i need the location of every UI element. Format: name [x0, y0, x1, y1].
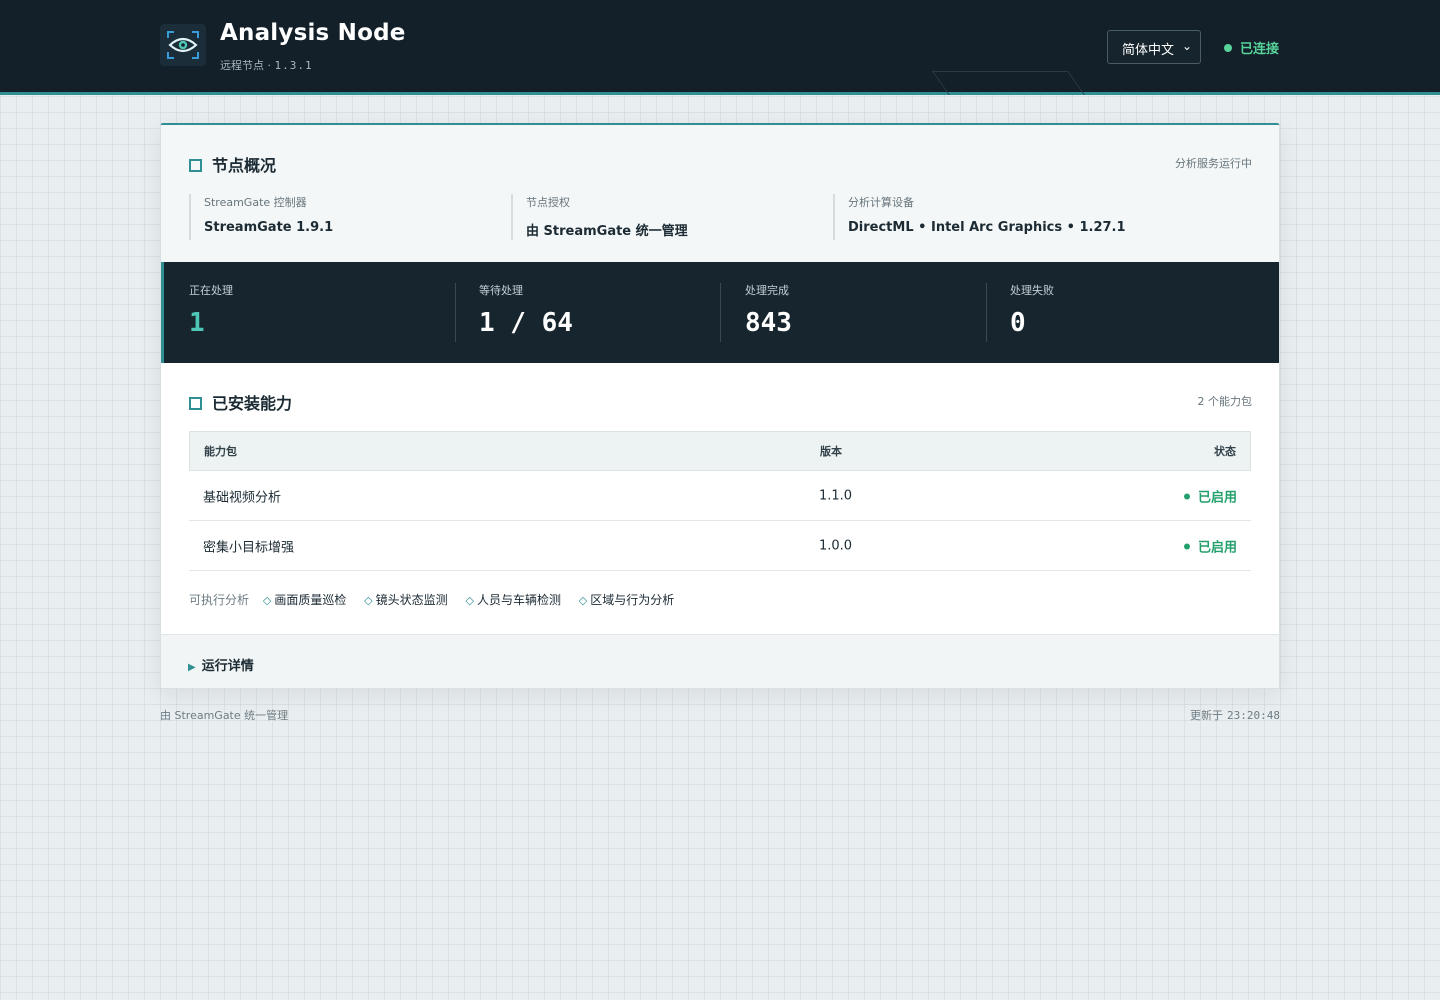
- stat-label: 等待处理: [479, 284, 523, 297]
- capabilities-title-text: 已安装能力: [212, 394, 293, 413]
- stat-value: 0: [1010, 308, 1026, 338]
- top-bar: Analysis Node 远程节点 · 1.3.1 简体中文 ⌄ 已连接: [0, 0, 1440, 95]
- subtitle-separator: ·: [267, 59, 272, 72]
- connection-status: 已连接: [1224, 38, 1279, 57]
- analysis-tag: ◇ 镜头状态监测: [364, 593, 447, 607]
- app-version: 1.3.1: [274, 59, 313, 72]
- info-label: 节点授权: [526, 196, 570, 209]
- updated-time: 23:20:48: [1227, 709, 1280, 722]
- info-compute-device: 分析计算设备 DirectML • Intel Arc Graphics • 1…: [833, 194, 1126, 240]
- status-badge: 已启用: [1183, 486, 1237, 505]
- column-name: 能力包: [204, 445, 237, 458]
- info-label: StreamGate 控制器: [204, 196, 307, 209]
- capability-name: 基础视频分析: [203, 490, 282, 505]
- service-status: 分析服务运行中: [1175, 157, 1252, 170]
- header-decoration: [932, 71, 1068, 93]
- stat-queued: 等待处理 1 / 64: [479, 282, 573, 342]
- app-subtitle: 远程节点 · 1.3.1: [220, 57, 313, 73]
- footer-managed-by: 由 StreamGate 统一管理: [160, 709, 289, 722]
- stat-value: 843: [745, 308, 792, 338]
- table-row: 密集小目标增强 1.0.0 已启用: [189, 521, 1251, 571]
- info-value: DirectML • Intel Arc Graphics • 1.27.1: [848, 220, 1126, 235]
- status-badge-label: 已启用: [1197, 540, 1237, 555]
- capability-version: 1.0.0: [819, 538, 853, 553]
- square-icon: [189, 159, 202, 172]
- diamond-icon: ◇: [262, 594, 272, 607]
- stat-divider: [455, 283, 456, 342]
- stat-value: 1 / 64: [479, 308, 573, 338]
- run-details-toggle[interactable]: ▶ 运行详情: [161, 634, 1279, 688]
- status-dot-icon: [1183, 493, 1190, 499]
- analysis-tag-label: 区域与行为分析: [590, 593, 675, 607]
- capability-version: 1.1.0: [819, 488, 853, 503]
- diamond-icon: ◇: [578, 594, 588, 607]
- caret-right-icon: ▶: [188, 662, 196, 673]
- status-badge: 已启用: [1183, 536, 1237, 555]
- analysis-tag: ◇ 画面质量巡检: [263, 593, 346, 607]
- stat-value: 1: [189, 308, 205, 338]
- updated-label: 更新于: [1190, 709, 1224, 722]
- stat-completed: 处理完成 843: [745, 282, 792, 342]
- status-dot-icon: [1183, 543, 1190, 549]
- run-details-text: 运行详情: [201, 659, 254, 674]
- language-select[interactable]: 简体中文 ⌄: [1107, 30, 1201, 64]
- status-dot-icon: [1224, 44, 1232, 52]
- footer-updated: 更新于 23:20:48: [1190, 707, 1280, 723]
- overview-title-text: 节点概况: [212, 156, 277, 175]
- info-label: 分析计算设备: [848, 196, 914, 209]
- analysis-tag-label: 人员与车辆检测: [476, 593, 561, 607]
- analysis-tag-label: 镜头状态监测: [375, 593, 448, 607]
- chevron-down-icon: ⌄: [1181, 39, 1192, 53]
- table-row: 基础视频分析 1.1.0 已启用: [189, 471, 1251, 521]
- stat-divider: [986, 283, 987, 342]
- stats-bar: 正在处理 1 等待处理 1 / 64 处理完成 843 处理失败 0: [161, 262, 1279, 363]
- stat-divider: [720, 283, 721, 342]
- analysis-tag: ◇ 区域与行为分析: [579, 593, 674, 607]
- stat-failed: 处理失败 0: [1010, 282, 1054, 342]
- table-header: 能力包 版本 状态: [189, 431, 1251, 471]
- capabilities-table: 能力包 版本 状态 基础视频分析 1.1.0 已启用 密集小目标增强 1.0.0…: [189, 431, 1251, 571]
- info-license: 节点授权 由 StreamGate 统一管理: [511, 194, 688, 240]
- app-logo: [160, 24, 206, 66]
- stat-label: 正在处理: [189, 284, 233, 297]
- node-card: 节点概况 分析服务运行中 StreamGate 控制器 StreamGate 1…: [160, 123, 1280, 689]
- stat-label: 处理失败: [1010, 284, 1054, 297]
- diamond-icon: ◇: [364, 594, 373, 607]
- analyses-label: 可执行分析: [189, 593, 250, 607]
- info-controller: StreamGate 控制器 StreamGate 1.9.1: [189, 194, 333, 240]
- language-select-value: 简体中文: [1122, 43, 1175, 58]
- run-details-label: ▶ 运行详情: [188, 655, 254, 674]
- diamond-icon: ◇: [465, 594, 474, 607]
- stat-processing: 正在处理 1: [189, 282, 233, 342]
- column-status: 状态: [1214, 445, 1236, 458]
- stat-label: 处理完成: [745, 284, 789, 297]
- capability-name: 密集小目标增强: [203, 540, 295, 555]
- capability-count: 2 个能力包: [1197, 395, 1253, 408]
- available-analyses: 可执行分析 ◇ 画面质量巡检 ◇ 镜头状态监测 ◇ 人员与车辆检测 ◇ 区域与行为分析: [189, 591, 688, 608]
- status-badge-label: 已启用: [1197, 490, 1237, 505]
- analysis-tag-label: 画面质量巡检: [274, 593, 347, 607]
- capabilities-title: 已安装能力: [189, 390, 292, 414]
- column-version: 版本: [820, 445, 842, 458]
- overview-section: 节点概况 分析服务运行中 StreamGate 控制器 StreamGate 1…: [161, 125, 1279, 262]
- square-icon: [189, 397, 202, 410]
- node-type: 远程节点: [220, 59, 264, 72]
- analysis-tag: ◇ 人员与车辆检测: [465, 593, 560, 607]
- info-value: StreamGate 1.9.1: [204, 220, 334, 235]
- info-value: 由 StreamGate 统一管理: [526, 224, 688, 239]
- overview-title: 节点概况: [189, 152, 276, 176]
- app-title: Analysis Node: [220, 20, 406, 46]
- connection-status-label: 已连接: [1240, 42, 1280, 57]
